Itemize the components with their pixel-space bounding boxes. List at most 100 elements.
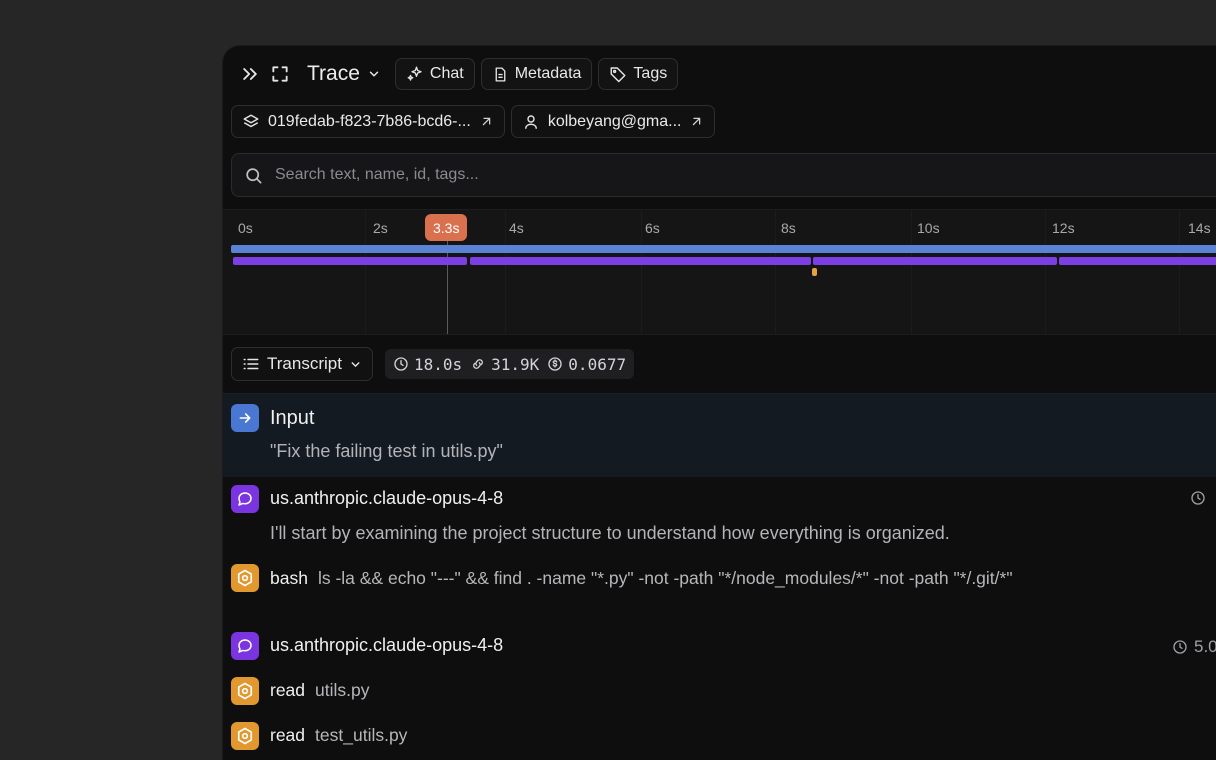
tab-chat-label: Chat [429, 65, 464, 82]
chevron-down-icon [351, 361, 360, 367]
timeline-tick: 14s [1188, 220, 1211, 236]
tokens-stat: 31.9K [470, 355, 539, 374]
input-badge [231, 404, 259, 432]
layers-icon [243, 114, 259, 127]
tool-args: ls -la && echo "---" && find . -name "*.… [317, 568, 1013, 588]
tool-badge [231, 564, 259, 592]
timeline-tick: 6s [645, 220, 660, 236]
timeline-gridline [1045, 210, 1046, 334]
message-text: I'll start by examining the project stru… [270, 523, 950, 543]
user-chip[interactable]: kolbeyang@gma... [510, 105, 716, 138]
clock-icon [394, 357, 408, 371]
duration-stat: 18.0s [393, 355, 462, 374]
view-mode-label: Transcript [267, 354, 342, 373]
tool-badge [231, 722, 259, 750]
trace-title-dropdown[interactable]: Trace [307, 62, 381, 86]
message-time-value: 5.0 [1194, 637, 1216, 656]
trace-header: Trace Chat Metadata Tags [235, 58, 1216, 90]
input-block[interactable]: Input "Fix the failing test in utils.py" [223, 393, 1216, 477]
input-text: "Fix the failing test in utils.py" [270, 441, 503, 461]
stats-row: Transcript 18.0s 31.9K 0.0677 [231, 347, 635, 381]
tag-icon [610, 67, 626, 83]
tool-badge [231, 677, 259, 705]
root-span-bar[interactable] [231, 245, 1216, 253]
hexagon-icon [237, 727, 253, 745]
chat-bubble-icon [238, 639, 252, 653]
timeline-tick: 12s [1052, 220, 1075, 236]
trace-id: 019fedab-f823-7b86-bcd6-... [268, 112, 471, 130]
timeline-tick: 2s [373, 220, 388, 236]
clock-icon [1191, 491, 1205, 505]
trace-id-chip[interactable]: 019fedab-f823-7b86-bcd6-... [231, 105, 505, 138]
message-block[interactable]: us.anthropic.claude-opus-4-8 5.0 read uti… [223, 629, 1216, 760]
arrow-right-icon [239, 413, 251, 423]
tool-args: utils.py [315, 680, 370, 700]
search-input[interactable] [275, 166, 1175, 184]
llm-span-bar[interactable] [1059, 257, 1216, 265]
search-bar[interactable] [231, 153, 1216, 197]
tool-name: read [270, 680, 306, 700]
timeline[interactable]: 0s 2s 4s 6s 8s 10s 12s 14s 3.3s [223, 209, 1216, 335]
tab-metadata[interactable]: Metadata [480, 58, 593, 90]
llm-span-bar[interactable] [470, 257, 811, 265]
trace-chips: 019fedab-f823-7b86-bcd6-... kolbeyang@gm… [231, 105, 716, 138]
timeline-gridline [775, 210, 776, 334]
trace-stats: 18.0s 31.9K 0.0677 [384, 349, 635, 379]
timeline-gridline [1179, 210, 1180, 334]
chevrons-right-icon [243, 68, 257, 80]
external-link-icon [482, 117, 491, 126]
timeline-gridline [505, 210, 506, 334]
collapse-panel-button[interactable] [235, 59, 265, 89]
timeline-gridline [641, 210, 642, 334]
sparkles-icon [407, 66, 422, 81]
timeline-tick: 0s [238, 220, 253, 236]
transcript: Input "Fix the failing test in utils.py"… [223, 393, 1216, 760]
tool-span-marker[interactable] [812, 268, 817, 276]
trace-title: Trace [307, 62, 360, 85]
dollar-icon [548, 357, 562, 371]
user-icon [524, 114, 537, 129]
timeline-gridline [365, 210, 366, 334]
message-time [1190, 490, 1206, 506]
tab-chat[interactable]: Chat [394, 58, 475, 90]
chevron-down-icon [369, 71, 379, 77]
document-icon [495, 66, 506, 82]
list-icon [243, 358, 259, 370]
timeline-tick: 10s [917, 220, 940, 236]
tool-name: bash [270, 568, 308, 588]
timeline-cursor-badge[interactable]: 3.3s [425, 214, 468, 241]
hexagon-icon [237, 682, 253, 700]
input-label: Input [270, 407, 315, 429]
search-icon [246, 167, 262, 183]
clock-icon [1173, 640, 1187, 654]
user-email: kolbeyang@gma... [547, 112, 682, 130]
llm-span-bar[interactable] [813, 257, 1057, 265]
hexagon-icon [237, 569, 253, 587]
expand-icon [272, 66, 288, 82]
message-model: us.anthropic.claude-opus-4-8 [270, 635, 504, 655]
trace-panel: Trace Chat Metadata Tags 019fedab-f823-7… [222, 45, 1216, 760]
coins-icon [473, 359, 484, 369]
message-badge [231, 632, 259, 660]
tool-call-row: read test_utils.py [270, 725, 407, 746]
fullscreen-button[interactable] [265, 59, 295, 89]
message-block[interactable]: us.anthropic.claude-opus-4-8 I'll start … [223, 477, 1216, 629]
cost-value: 0.0677 [568, 354, 627, 374]
llm-span-bar[interactable] [233, 257, 467, 265]
tab-metadata-label: Metadata [514, 65, 582, 82]
timeline-tick: 4s [509, 220, 524, 236]
timeline-tick: 8s [781, 220, 796, 236]
duration-value: 18.0s [413, 354, 463, 374]
message-badge [231, 485, 259, 513]
tool-name: read [270, 725, 306, 745]
external-link-icon [693, 117, 701, 126]
timeline-gridline [911, 210, 912, 334]
chat-bubble-icon [238, 492, 252, 506]
tab-tags[interactable]: Tags [598, 58, 679, 90]
cost-stat: 0.0677 [547, 355, 626, 374]
tool-call-row: bash ls -la && echo "---" && find . -name… [270, 568, 1013, 589]
tool-call-row: read utils.py [270, 680, 370, 701]
view-mode-dropdown[interactable]: Transcript [231, 347, 373, 381]
timeline-cursor-line[interactable] [447, 240, 448, 334]
tab-tags-label: Tags [633, 65, 668, 82]
